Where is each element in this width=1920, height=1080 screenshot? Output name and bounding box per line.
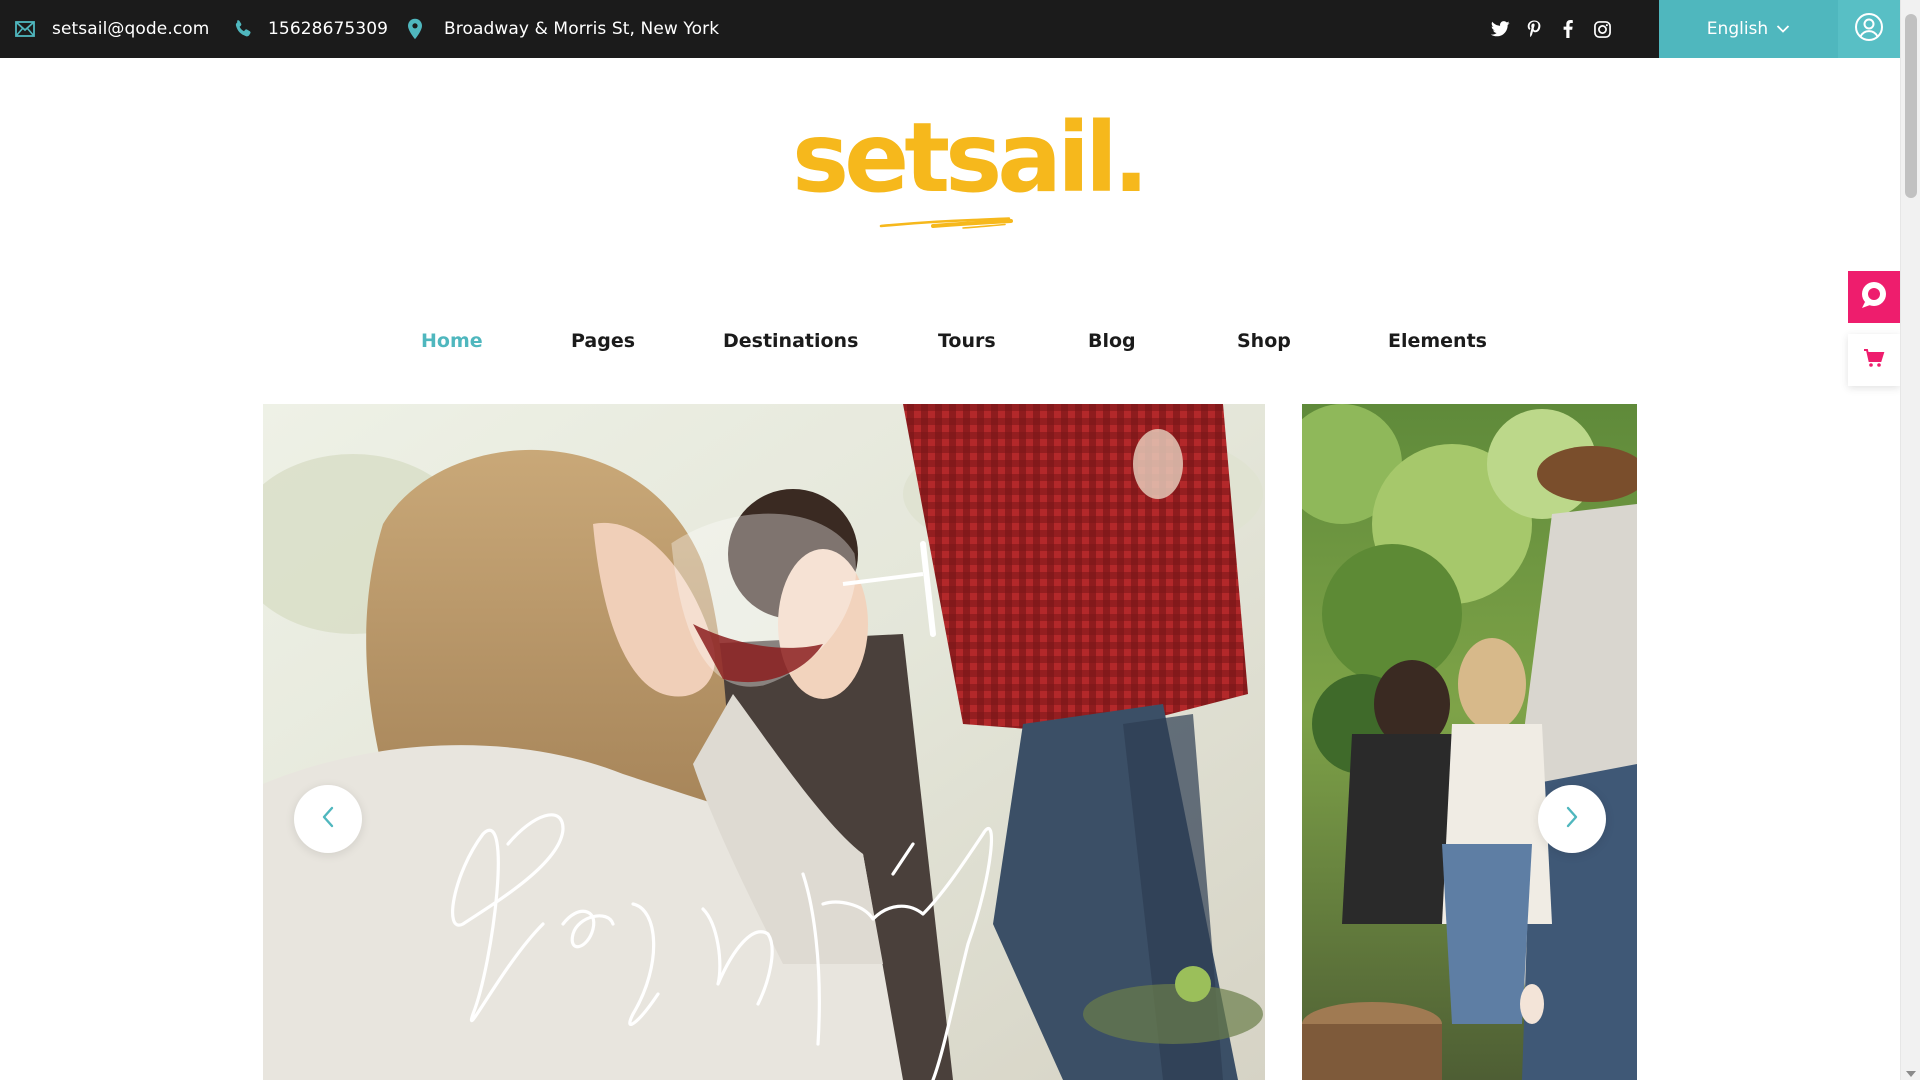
nav-item-elements[interactable]: Elements [1388,330,1487,352]
main-nav: Home Pages Destinations Tours Blog Shop … [0,330,1900,356]
facebook-icon[interactable] [1558,19,1578,39]
nav-item-home[interactable]: Home [421,330,483,352]
chat-bubble-icon [1859,280,1889,314]
chevron-right-icon [1565,806,1579,832]
shopping-cart-icon [1863,348,1885,372]
nav-item-tours[interactable]: Tours [938,330,996,352]
slider-next-button[interactable] [1538,785,1606,853]
top-bar: setsail@qode.com 15628675309 Broadway & … [0,0,1900,58]
location-pin-icon [404,18,426,40]
phone-icon [232,18,254,40]
user-icon [1854,12,1884,46]
chat-widget-button[interactable] [1848,271,1900,323]
logo-brush-stroke [879,217,1013,229]
instagram-icon[interactable] [1592,19,1612,39]
site-logo[interactable]: setsail. [788,108,1149,229]
language-selector[interactable]: English [1659,0,1838,58]
hero-photo-friends-picnic [1302,404,1637,1080]
hero-photo-woman-wine [263,404,1265,1080]
contact-phone[interactable]: 15628675309 [232,0,388,58]
chevron-down-icon [1776,19,1790,39]
nav-item-pages[interactable]: Pages [571,330,635,352]
page-scrollbar[interactable] [1900,0,1920,1080]
slider-prev-button[interactable] [294,785,362,853]
account-button[interactable] [1838,0,1900,58]
envelope-icon [14,18,36,40]
nav-item-shop[interactable]: Shop [1237,330,1291,352]
pinterest-icon[interactable] [1524,19,1544,39]
contact-email[interactable]: setsail@qode.com [14,0,209,58]
logo-text: setsail. [792,102,1149,214]
phone-text: 15628675309 [268,19,389,39]
language-label: English [1706,19,1769,39]
scrollbar-thumb[interactable] [1905,14,1917,198]
contact-address[interactable]: Broadway & Morris St, New York [404,0,719,58]
social-links [1490,0,1612,58]
nav-item-blog[interactable]: Blog [1088,330,1136,352]
nav-item-destinations[interactable]: Destinations [723,330,858,352]
address-text: Broadway & Morris St, New York [444,19,720,39]
chevron-left-icon [321,806,335,832]
hero-slide-side[interactable] [1302,404,1637,1080]
cart-widget-button[interactable] [1848,334,1900,386]
scroll-down-arrow-icon[interactable] [1906,1071,1916,1077]
email-text: setsail@qode.com [52,19,210,39]
twitter-icon[interactable] [1490,19,1510,39]
hero-slide-main[interactable] [263,404,1265,1080]
